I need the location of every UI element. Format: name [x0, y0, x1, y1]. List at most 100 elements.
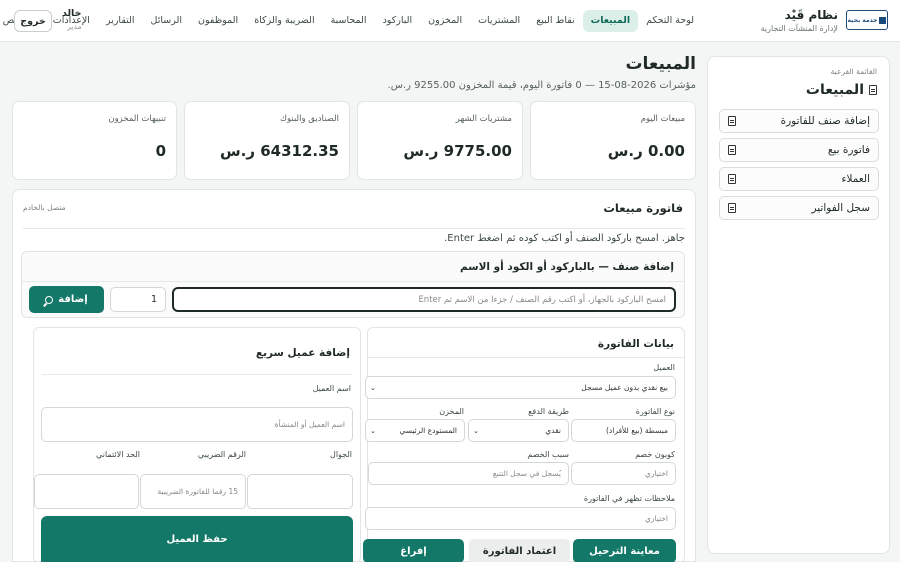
- invoice-type-value: مبسطة (بيع للأفراد): [605, 426, 668, 435]
- nav-item-messages[interactable]: الرسائل: [143, 10, 190, 32]
- chevron-down-icon: ⌄: [370, 427, 376, 435]
- nav-item-tax[interactable]: الضريبة والزكاة: [246, 10, 322, 32]
- chevron-down-icon: ⌄: [473, 427, 479, 435]
- nav-item-employees[interactable]: الموظفون: [190, 10, 246, 32]
- stat-card-label: مشتريات الشهر: [455, 114, 512, 124]
- sub-sidebar-item-sales-invoice[interactable]: فاتورة بيع: [719, 138, 879, 162]
- credit-limit-input[interactable]: [34, 474, 139, 509]
- customer-name-label: اسم العميل: [312, 384, 351, 393]
- warehouse-label: المخزن: [439, 407, 464, 416]
- customer-select-value: بيع نقدي بدون عميل مسجل: [581, 383, 668, 392]
- invoice-type-select[interactable]: مبسطة (بيع للأفراد): [571, 419, 676, 442]
- stat-card-value: 0.00 ر.س: [607, 142, 685, 160]
- approve-invoice-button[interactable]: اعتماد الفاتورة: [469, 539, 570, 562]
- warehouse-select[interactable]: المستودع الرئيسي ⌄: [365, 419, 465, 442]
- invoice-details-panel: بيانات الفاتورة العميل بيع نقدي بدون عمي…: [363, 327, 685, 562]
- payment-method-select[interactable]: نقدي ⌄: [468, 419, 569, 442]
- brand: خدمة بحية نظام قَيْد لإدارة المنشآت التج…: [728, 6, 888, 36]
- save-customer-button[interactable]: حفظ العميل: [41, 516, 353, 562]
- page-title: المبيعات: [625, 54, 696, 74]
- nav-item-sales[interactable]: المبيعات: [582, 10, 639, 32]
- sub-sidebar-item-customers[interactable]: العملاء: [719, 167, 879, 191]
- stat-card-label: مبيعات اليوم: [640, 114, 685, 124]
- quick-customer-panel: إضافة عميل سريع اسم العميل اسم العميل أو…: [33, 327, 361, 562]
- document-icon: [728, 116, 736, 126]
- product-search-input[interactable]: امسح الباركود بالجهاز، أو اكتب رقم الصنف…: [172, 287, 676, 312]
- stat-card-today-sales: مبيعات اليوم 0.00 ر.س: [530, 101, 696, 180]
- document-icon: [728, 203, 736, 213]
- divider: [42, 374, 352, 375]
- chevron-down-icon: ⌄: [370, 384, 376, 392]
- nav-item-accounting[interactable]: المحاسبة: [323, 10, 375, 32]
- invoice-type-label: نوع الفاتورة: [635, 407, 675, 416]
- invoice-title: فاتورة مبيعات: [603, 201, 683, 215]
- top-bar: خدمة بحية نظام قَيْد لإدارة المنشآت التج…: [0, 0, 900, 42]
- nav-item-dashboard[interactable]: لوحة التحكم: [638, 10, 702, 32]
- brand-subtitle: لإدارة المنشآت التجارية: [760, 24, 838, 33]
- nav-item-pos[interactable]: نقاط البيع: [528, 10, 582, 32]
- sub-sidebar-item-invoice-log[interactable]: سجل الفواتير: [719, 196, 879, 220]
- user-name: خالد: [62, 8, 82, 19]
- stat-card-value: 64312.35 ر.س: [219, 142, 339, 160]
- preview-posting-button[interactable]: معاينة الترحيل: [573, 539, 676, 562]
- logo-mark-icon: [879, 16, 887, 24]
- document-icon: [869, 85, 877, 95]
- sub-sidebar-title: المبيعات: [806, 82, 877, 98]
- logo-text: خدمة بحية: [847, 16, 878, 24]
- main-nav: لوحة التحكم المبيعات نقاط البيع المشتريا…: [0, 10, 702, 32]
- tax-number-input[interactable]: 15 رقما للفاتورة الضريبية: [140, 474, 246, 509]
- stat-card-cash-banks: الصناديق والبنوك 64312.35 ر.س: [184, 101, 350, 180]
- stat-card-label: الصناديق والبنوك: [279, 114, 339, 124]
- sub-sidebar-item-label: سجل الفواتير: [811, 202, 870, 214]
- stat-card-month-purchases: مشتريات الشهر 9775.00 ر.س: [357, 101, 523, 180]
- phone-label: الجوال: [330, 450, 352, 459]
- sub-sidebar-title-text: المبيعات: [805, 82, 864, 98]
- tax-number-label: الرقم الضريبي: [197, 450, 246, 459]
- nav-item-reports[interactable]: التقارير: [98, 10, 143, 32]
- warehouse-value: المستودع الرئيسي: [399, 426, 457, 435]
- user-role: مدير: [67, 22, 82, 31]
- stat-card-value: 9775.00 ر.س: [403, 142, 512, 160]
- coupon-input[interactable]: اختياري: [571, 462, 676, 485]
- customer-name-input[interactable]: اسم العميل أو المنشأة: [41, 407, 353, 442]
- sub-sidebar-item-label: فاتورة بيع: [827, 144, 870, 156]
- discount-reason-input[interactable]: يُسجل في سجل التتبع: [368, 462, 569, 485]
- discount-reason-label: سبب الخصم: [527, 450, 569, 459]
- customer-select[interactable]: بيع نقدي بدون عميل مسجل ⌄: [365, 376, 676, 399]
- sales-invoice-panel: فاتورة مبيعات متصل بالخادم جاهز. امسح با…: [12, 189, 696, 562]
- user-info: خالد مدير: [62, 8, 81, 31]
- invoice-hint: جاهز. امسح باركود الصنف أو اكتب كوده ثم …: [444, 233, 685, 244]
- payment-method-label: طريقة الدفع: [528, 407, 569, 416]
- stat-card-label: تنبيهات المخزون: [108, 114, 166, 124]
- page-kpi-summary: مؤشرات 2026-08-15 — 0 فاتورة اليوم، قيمة…: [387, 80, 696, 91]
- phone-input[interactable]: [247, 474, 353, 509]
- server-status: متصل بالخادم: [23, 203, 66, 212]
- divider: [368, 357, 684, 358]
- add-product-box: إضافة صنف — بالباركود أو الكود أو الاسم …: [21, 251, 685, 318]
- stat-card-stock-alerts: تنبيهات المخزون 0: [12, 101, 177, 180]
- add-product-button[interactable]: إضافة: [29, 286, 104, 313]
- divider: [23, 228, 685, 229]
- stat-card-value: 0: [155, 142, 166, 160]
- search-icon: [45, 295, 54, 304]
- quick-customer-title: إضافة عميل سريع: [255, 347, 350, 359]
- nav-item-inventory[interactable]: المخزون: [420, 10, 470, 32]
- notes-input[interactable]: اختياري: [365, 507, 676, 530]
- divider: [22, 281, 684, 282]
- document-icon: [728, 174, 736, 184]
- invoice-details-title: بيانات الفاتورة: [597, 338, 674, 350]
- nav-item-barcode[interactable]: الباركود: [375, 10, 421, 32]
- clear-invoice-button[interactable]: إفراغ: [363, 539, 464, 562]
- logout-button[interactable]: خروج: [14, 10, 52, 32]
- credit-limit-label: الحد الائتماني: [96, 450, 140, 459]
- quantity-input[interactable]: 1: [110, 287, 166, 312]
- sub-sidebar: القائمة الفرعية المبيعات إضافة صنف للفات…: [707, 56, 890, 554]
- brand-logo: خدمة بحية: [846, 10, 888, 30]
- sub-sidebar-caption: القائمة الفرعية: [830, 67, 877, 76]
- sub-sidebar-item-label: العملاء: [841, 173, 870, 185]
- nav-item-purchases[interactable]: المشتريات: [470, 10, 528, 32]
- notes-label: ملاحظات تظهر في الفاتورة: [583, 494, 675, 503]
- sub-sidebar-item-label: إضافة صنف للفاتورة: [780, 115, 870, 127]
- sub-sidebar-item-add-product[interactable]: إضافة صنف للفاتورة: [719, 109, 879, 133]
- add-button-label: إضافة: [58, 294, 88, 305]
